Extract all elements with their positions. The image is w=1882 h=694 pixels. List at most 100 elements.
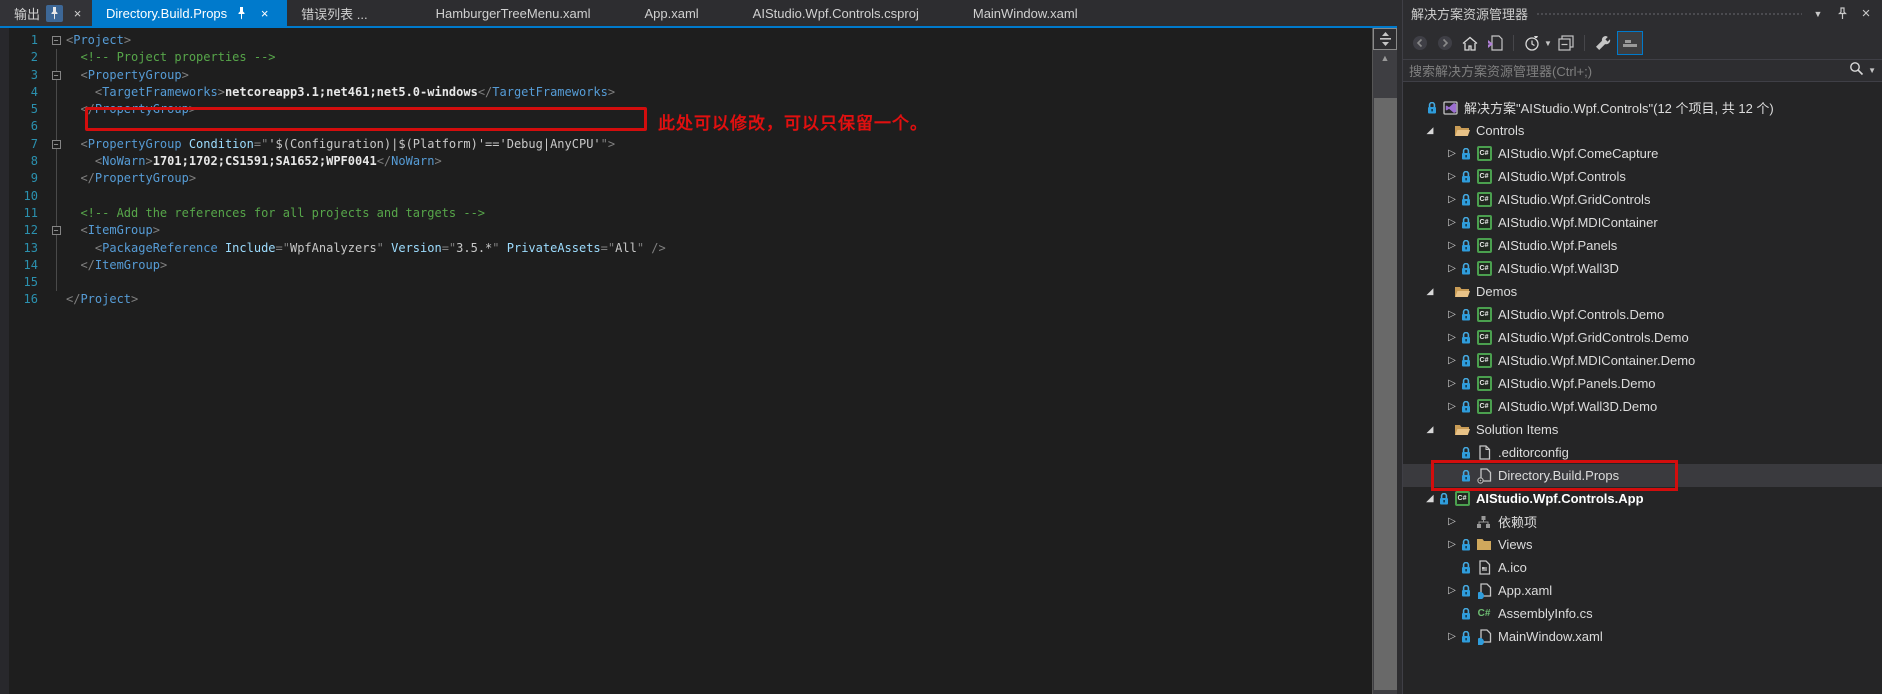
collapsed-arrow-icon[interactable]: ▷ [1445,148,1459,159]
close-icon[interactable]: × [256,5,273,22]
tab-label: MainWindow.xaml [973,6,1078,21]
tree-item[interactable]: ▷C# AIStudio.Wpf.Panels [1403,234,1882,257]
solution-explorer-panel: 解决方案资源管理器 ▼ × [1402,0,1882,694]
collapsed-arrow-icon[interactable]: ▷ [1445,539,1459,550]
line-number: 16 [0,291,46,308]
tab-document[interactable]: HamburgerTreeMenu.xaml [422,0,605,26]
tree-item[interactable]: ▷C# AIStudio.Wpf.Controls.Demo [1403,303,1882,326]
scrollbar-thumb[interactable] [1374,98,1397,690]
visual-studio-window: 输出 × Directory.Build.Props × 错误列表 ... Ha… [0,0,1882,694]
tree-item[interactable]: ▷ Views [1403,533,1882,556]
line-number: 6 [0,118,46,135]
chevron-down-icon[interactable]: ▼ [1868,66,1876,75]
collapsed-arrow-icon[interactable]: ▷ [1445,217,1459,228]
close-icon[interactable]: × [69,5,86,22]
expanded-arrow-icon[interactable]: ◢ [1423,424,1437,435]
collapsed-arrow-icon[interactable]: ▷ [1445,171,1459,182]
chevron-down-icon[interactable]: ▼ [1544,39,1552,48]
splitter-handle-icon[interactable] [1373,28,1397,50]
tree-item[interactable]: ▷C# AIStudio.Wpf.Wall3D [1403,257,1882,280]
collapsed-arrow-icon[interactable]: ▷ [1445,194,1459,205]
collapsed-arrow-icon[interactable]: ▷ [1445,309,1459,320]
collapsed-arrow-icon[interactable]: ▷ [1445,631,1459,642]
lock-icon [1459,378,1472,390]
tree-item[interactable]: ▷ MainWindow.xaml [1403,625,1882,648]
fold-margin[interactable]: − [46,136,66,153]
tree-item[interactable]: ▷C# AIStudio.Wpf.Controls [1403,165,1882,188]
collapsed-arrow-icon[interactable]: ▷ [1445,378,1459,389]
fold-margin[interactable]: − [46,32,66,49]
tree-item-label: AIStudio.Wpf.GridControls.Demo [1498,330,1689,345]
tree-item[interactable]: ▷C# AIStudio.Wpf.Wall3D.Demo [1403,395,1882,418]
tree-item[interactable]: ◢ Solution Items [1403,418,1882,441]
collapsed-arrow-icon[interactable]: ▷ [1445,355,1459,366]
forward-icon[interactable] [1434,32,1456,54]
annotation-text: 此处可以修改，可以只保留一个。 [658,109,928,134]
pin-icon[interactable] [233,5,250,22]
search-icon[interactable] [1849,61,1864,81]
solution-explorer-titlebar[interactable]: 解决方案资源管理器 ▼ × [1403,0,1882,27]
tab-document[interactable]: 错误列表 ... [287,0,381,26]
tab-document[interactable]: MainWindow.xaml [959,0,1092,26]
tree-item[interactable]: 解决方案"AIStudio.Wpf.Controls"(12 个项目, 共 12… [1403,96,1882,119]
tree-item[interactable]: ▷C# AIStudio.Wpf.ComeCapture [1403,142,1882,165]
collapsed-arrow-icon[interactable]: ▷ [1445,585,1459,596]
collapsed-arrow-icon[interactable]: ▷ [1445,332,1459,343]
preview-selected-items-toggle[interactable] [1617,31,1643,55]
tab-document[interactable]: App.xaml [630,0,712,26]
lock-icon [1459,355,1472,367]
collapsed-arrow-icon[interactable]: ▷ [1445,240,1459,251]
lock-icon [1459,240,1472,252]
editor-vertical-scrollbar[interactable]: ▲ [1372,28,1397,694]
collapsed-arrow-icon[interactable]: ▷ [1445,516,1459,527]
tree-item[interactable]: C# AssemblyInfo.cs [1403,602,1882,625]
line-number: 3 [0,67,46,84]
tree-item[interactable]: ▷C# AIStudio.Wpf.MDIContainer [1403,211,1882,234]
tree-item[interactable]: ▷C# AIStudio.Wpf.Panels.Demo [1403,372,1882,395]
lock-icon [1459,447,1472,459]
fold-margin [46,205,66,222]
tree-item[interactable]: ▷C# AIStudio.Wpf.GridControls [1403,188,1882,211]
fold-margin[interactable]: − [46,222,66,239]
tree-item-label: AIStudio.Wpf.Controls.App [1476,491,1644,506]
collapsed-arrow-icon[interactable]: ▷ [1445,263,1459,274]
tab-document[interactable]: AIStudio.Wpf.Controls.csproj [739,0,933,26]
scroll-up-arrow-icon[interactable]: ▲ [1373,50,1397,65]
tree-item[interactable]: ▷ 依赖项 [1403,510,1882,533]
tree-item[interactable]: ▷C# AIStudio.Wpf.GridControls.Demo [1403,326,1882,349]
close-icon[interactable]: × [1858,5,1874,22]
back-icon[interactable] [1409,32,1431,54]
fold-margin [46,291,66,308]
folder-open-icon [1453,285,1471,299]
tab-output[interactable]: 输出 × [0,0,92,26]
search-placeholder: 搜索解决方案资源管理器(Ctrl+;) [1409,61,1849,80]
tree-item[interactable]: ▷ App.xaml [1403,579,1882,602]
properties-wrench-icon[interactable] [1592,32,1614,54]
expanded-arrow-icon[interactable]: ◢ [1423,493,1437,504]
xaml-icon [1475,583,1493,599]
pin-icon[interactable] [1834,7,1850,20]
expanded-arrow-icon[interactable]: ◢ [1423,125,1437,136]
collapsed-arrow-icon[interactable]: ▷ [1445,401,1459,412]
line-number: 8 [0,153,46,170]
line-number: 13 [0,240,46,257]
expanded-arrow-icon[interactable]: ◢ [1423,286,1437,297]
tree-item[interactable]: ◢ Controls [1403,119,1882,142]
tab-directory-build-props[interactable]: Directory.Build.Props × [92,0,287,26]
chevron-down-icon[interactable]: ▼ [1810,9,1826,19]
home-icon[interactable] [1459,32,1481,54]
xaml-icon [1475,629,1493,645]
code-editor[interactable]: 1 − <Project> 2 <!-- Project properties … [0,28,1372,694]
collapse-all-icon[interactable] [1555,32,1577,54]
fold-margin[interactable]: − [46,67,66,84]
search-input[interactable]: 搜索解决方案资源管理器(Ctrl+;) ▼ [1403,59,1882,82]
tree-item[interactable]: ▷C# AIStudio.Wpf.MDIContainer.Demo [1403,349,1882,372]
sync-active-document-icon[interactable] [1484,32,1506,54]
pin-icon[interactable] [46,5,63,22]
tree-item[interactable]: A.ico [1403,556,1882,579]
code-line: 14 </ItemGroup> [0,257,666,274]
tree-item[interactable]: ◢ Demos [1403,280,1882,303]
tree-item-label: Controls [1476,123,1524,138]
fold-margin [46,188,66,205]
pending-changes-filter-icon[interactable] [1521,32,1543,54]
